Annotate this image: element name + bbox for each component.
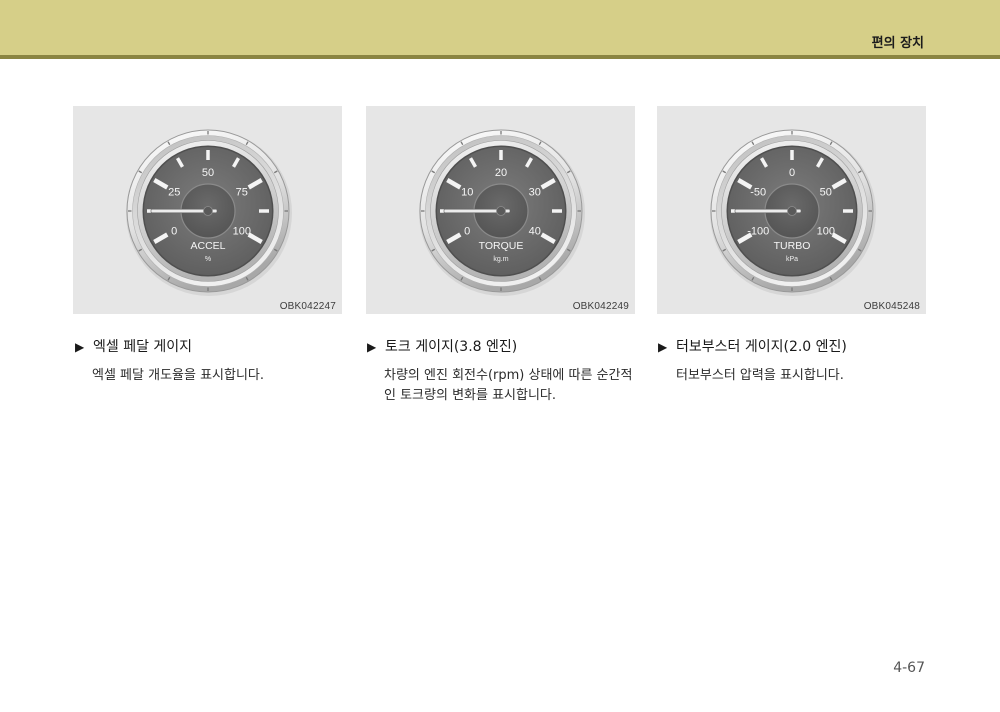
- scale-label: 50: [202, 167, 214, 179]
- scale-label: 20: [495, 167, 507, 179]
- scale-label: 10: [461, 187, 473, 199]
- scale-label: 0: [464, 226, 470, 238]
- scale-label: -50: [750, 187, 766, 199]
- turbo-gauge-illustration: -100 -50 0 50 100 TURBO kPa: [710, 129, 876, 296]
- scale-label: 30: [529, 187, 541, 199]
- gauge-unit-label: kPa: [786, 256, 798, 263]
- gauge-name-label: ACCEL: [190, 240, 225, 252]
- scale-label: 40: [529, 226, 541, 238]
- triangle-bullet-icon: ▶: [658, 340, 668, 354]
- item-heading-text: 터보부스터 게이지(2.0 엔진): [676, 339, 847, 355]
- manual-page: 편의 장치 0 25 50 75 100 ACCEL % OBK042247 0…: [0, 0, 1000, 712]
- scale-label: 50: [820, 187, 832, 199]
- scale-label: 25: [168, 187, 180, 199]
- needle-cap: [203, 206, 213, 216]
- description-line: 인 토크량의 변화를 표시합니다.: [384, 388, 557, 403]
- accel-gauge-illustration: 0 25 50 75 100 ACCEL%: [126, 129, 292, 296]
- item-heading: ▶ 터보부스터 게이지(2.0 엔진): [658, 337, 847, 357]
- header-rule: [0, 55, 1000, 59]
- item-description: 차량의 엔진 회전수(rpm) 상태에 따른 순간적 인 토크량의 변화를 표시…: [384, 366, 632, 406]
- section-title: 편의 장치: [871, 36, 924, 51]
- figure-code: OBK042247: [279, 301, 336, 312]
- item-description: 엑셀 페달 개도율을 표시합니다.: [92, 366, 264, 386]
- torque-gauge-illustration: 0 10 20 30 40 TORQUE kg.m: [419, 129, 585, 296]
- needle-cap: [496, 206, 506, 216]
- page-number: 4-67: [893, 660, 925, 676]
- scale-label: 75: [236, 187, 248, 199]
- scale-label: 0: [789, 167, 795, 179]
- item-heading: ▶ 엑셀 페달 게이지: [75, 337, 192, 357]
- description-line: 차량의 엔진 회전수(rpm) 상태에 따른 순간적: [384, 368, 633, 383]
- scale-label: 0: [171, 226, 177, 238]
- item-heading-text: 엑셀 페달 게이지: [93, 339, 193, 355]
- figure-accel-gauge: 0 25 50 75 100 ACCEL% OBK042247: [73, 106, 342, 314]
- scale-label: 100: [817, 226, 835, 238]
- item-heading: ▶ 토크 게이지(3.8 엔진): [367, 337, 517, 357]
- header-band: [0, 0, 1000, 55]
- gauge-unit-label: %: [205, 256, 211, 263]
- item-description: 터보부스터 압력을 표시합니다.: [676, 366, 844, 386]
- triangle-bullet-icon: ▶: [367, 340, 377, 354]
- needle-cap: [787, 206, 797, 216]
- description-line: 엑셀 페달 개도율을 표시합니다.: [92, 368, 265, 383]
- scale-label: -100: [747, 226, 769, 238]
- gauge-name-label: TURBO: [774, 240, 811, 252]
- figure-torque-gauge: 0 10 20 30 40 TORQUE kg.m OBK042249: [366, 106, 635, 314]
- figure-turbo-gauge: -100 -50 0 50 100 TURBO kPa OBK045248: [657, 106, 926, 314]
- gauge-unit-label: kg.m: [493, 256, 508, 263]
- item-heading-text: 토크 게이지(3.8 엔진): [385, 339, 518, 355]
- gauge-name-label: TORQUE: [479, 240, 524, 252]
- figure-code: OBK042249: [572, 301, 629, 312]
- description-line: 터보부스터 압력을 표시합니다.: [676, 368, 844, 383]
- scale-label: 100: [233, 226, 251, 238]
- figure-code: OBK045248: [863, 301, 920, 312]
- triangle-bullet-icon: ▶: [75, 340, 85, 354]
